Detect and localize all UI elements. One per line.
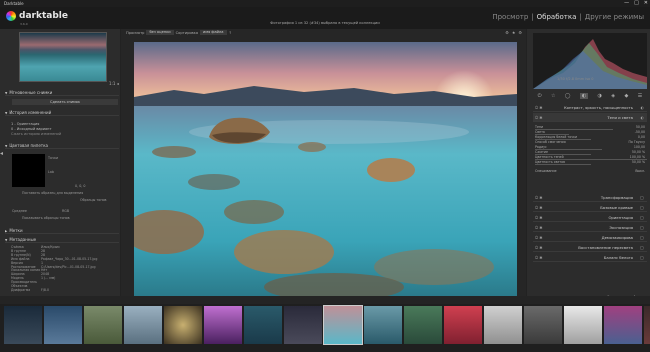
collapse-triangle-icon: ▼ xyxy=(5,144,8,148)
sort-direction-icon[interactable]: ↑ xyxy=(229,31,232,35)
metadata-list: Съёмка Илья/Крым В группе 28 В группе(N) 28… xyxy=(11,245,98,292)
history-section[interactable]: ▼ История изменений xyxy=(5,109,119,116)
color-group-icon[interactable]: ◑ xyxy=(598,93,602,99)
film-thumb[interactable] xyxy=(644,306,650,344)
preferences-icon[interactable]: ⚙ xyxy=(505,30,509,35)
display-samples-toggle[interactable]: Показывать образцы тонов xyxy=(22,216,70,220)
film-thumb[interactable] xyxy=(164,306,202,344)
minimize-button[interactable]: — xyxy=(624,0,629,7)
film-thumb-selected[interactable] xyxy=(323,305,363,345)
center-view: Просмотр без оценки Сортировка имя файла… xyxy=(121,29,526,304)
maximize-button[interactable]: □ xyxy=(634,0,639,7)
color-swatch xyxy=(12,154,45,187)
top-header: darktable 3.6.0 Фотография 1 из 32 (#34)… xyxy=(0,7,650,29)
effect-group-icon[interactable]: ◆ xyxy=(625,93,629,99)
collapse-left-arrow-icon[interactable]: ◂ xyxy=(0,150,3,157)
film-thumb[interactable] xyxy=(244,306,282,344)
correct-group-icon[interactable]: ◈ xyxy=(611,93,615,99)
star-icon[interactable]: ☆ xyxy=(551,93,555,99)
module-exposure[interactable]: ⏻ ✱ Экспозиция ◯ xyxy=(533,223,647,232)
tags-section[interactable]: ▶ Метки xyxy=(5,227,119,234)
film-thumb[interactable] xyxy=(284,306,322,344)
window-title: Darktable xyxy=(0,0,650,7)
center-topbar: Просмотр без оценки Сортировка имя файла… xyxy=(126,30,232,35)
app-name: darktable xyxy=(19,11,68,21)
module-orientation[interactable]: ⏻ ✱ Ориентация ◯ xyxy=(533,213,647,222)
film-thumb[interactable] xyxy=(604,306,642,344)
film-thumb[interactable] xyxy=(444,306,482,344)
active-group-icon[interactable]: ◐ xyxy=(579,93,589,99)
module-shadows-highlights[interactable]: ⏻ ✱ Тени и света ◐ xyxy=(533,113,647,122)
view-other[interactable]: Другие режимы xyxy=(585,13,644,21)
film-thumb[interactable] xyxy=(524,306,562,344)
add-sample-button[interactable]: Поставить образец для выделения xyxy=(22,191,83,195)
module-white-balance[interactable]: ⏻ ✱ Баланс белого ◯ xyxy=(533,253,647,262)
view-switcher: Просмотр | Обработка | Другие режимы xyxy=(492,13,644,21)
film-thumb[interactable] xyxy=(124,306,162,344)
module-demosaic[interactable]: ⏻ ✱ Демозаикирова ◯ xyxy=(533,233,647,242)
rating-filter-dropdown[interactable]: без оценки xyxy=(146,30,174,35)
colorpicker-section[interactable]: ▼ Цветовая пипетка xyxy=(5,142,119,149)
history-list: 1 - Ориентация 0 - Исходный вариант Сжат… xyxy=(11,122,61,137)
restrict-samples[interactable]: Образцы тонов xyxy=(80,198,106,202)
right-panel: 1/30 f/2.8 0mm iso 0 ⏻ ☆ ◯ ◐ ◑ ◈ ◆ ☰ ⏻ ✱… xyxy=(526,29,650,304)
bottom-controls xyxy=(0,296,650,304)
film-thumb[interactable] xyxy=(44,306,82,344)
picker-model[interactable]: Lab xyxy=(48,170,54,174)
take-snapshot-button[interactable]: Сделать снимок xyxy=(12,99,118,105)
collapse-triangle-icon: ▼ xyxy=(5,111,8,115)
center-top-icons: ⚙ ★ ⚙ xyxy=(505,30,522,35)
film-thumb[interactable] xyxy=(564,306,602,344)
snapshots-section[interactable]: ▼ Мгновенные снимки xyxy=(5,89,119,96)
film-thumb[interactable] xyxy=(364,306,402,344)
metadata-section[interactable]: ▼ Метаданные xyxy=(5,236,119,243)
param-blending[interactable]: Смешивание Выкл. xyxy=(535,169,647,174)
star-icon[interactable]: ★ xyxy=(512,30,516,35)
film-thumb[interactable] xyxy=(484,306,522,344)
darktable-logo-icon xyxy=(6,11,16,21)
picker-mean[interactable]: Точки xyxy=(48,156,58,160)
filmstrip xyxy=(0,304,650,352)
view-lighttable[interactable]: Просмотр xyxy=(492,13,528,21)
module-highlight-recovery[interactable]: ⏻ ✱ Восстановление пересвета ◯ xyxy=(533,243,647,252)
compress-history-button[interactable]: Сжать историю изменений xyxy=(11,132,61,137)
film-thumb[interactable] xyxy=(204,306,242,344)
module-group-tabs: ⏻ ☆ ◯ ◐ ◑ ◈ ◆ ☰ xyxy=(533,91,647,101)
sort-dropdown[interactable]: имя файла xyxy=(200,30,227,35)
gear-icon[interactable]: ⚙ xyxy=(518,30,522,35)
navigation-thumbnail[interactable] xyxy=(19,32,107,82)
view-darkroom[interactable]: Обработка xyxy=(537,13,577,21)
film-thumb[interactable] xyxy=(404,306,442,344)
collapse-triangle-icon: ▼ xyxy=(5,91,8,95)
zoom-level[interactable]: 1:1 ◂ xyxy=(109,81,119,86)
param-highlight-saturation[interactable]: Цветность светов 50,00 % xyxy=(535,160,647,165)
left-panel: 1:1 ◂ ▼ Мгновенные снимки Сделать снимок … xyxy=(0,29,121,304)
film-thumb[interactable] xyxy=(4,306,42,344)
picker-format[interactable]: RGB xyxy=(62,209,69,213)
film-thumb[interactable] xyxy=(84,306,122,344)
exif-info: 1/30 f/2.8 0mm iso 0 xyxy=(557,77,594,81)
main-photo[interactable] xyxy=(134,42,517,299)
picker-values: 0, 0, 0 xyxy=(75,184,86,188)
circle-icon[interactable]: ◯ xyxy=(565,93,571,99)
collection-info: Фотография 1 из 32 (#34) выбрано в текущ… xyxy=(270,21,380,25)
module-base-curve[interactable]: ⏻ ✱ Базовые кривые ◯ xyxy=(533,203,647,212)
module-transform[interactable]: ⏻ ✱ Трансформация ◯ xyxy=(533,193,647,202)
close-button[interactable]: ✕ xyxy=(644,0,648,7)
power-icon[interactable]: ⏻ xyxy=(538,93,542,99)
app-logo: darktable 3.6.0 xyxy=(6,11,68,26)
search-icon[interactable]: ☰ xyxy=(638,93,642,99)
collapse-triangle-icon: ▼ xyxy=(5,238,8,242)
collapse-triangle-icon: ▶ xyxy=(5,229,8,233)
window-controls: — □ ✕ xyxy=(624,0,648,7)
picker-mode[interactable]: Среднее xyxy=(12,209,27,213)
module-contrast[interactable]: ⏻ ✱ Контраст, яркость, насыщенность ◐ xyxy=(533,103,647,112)
